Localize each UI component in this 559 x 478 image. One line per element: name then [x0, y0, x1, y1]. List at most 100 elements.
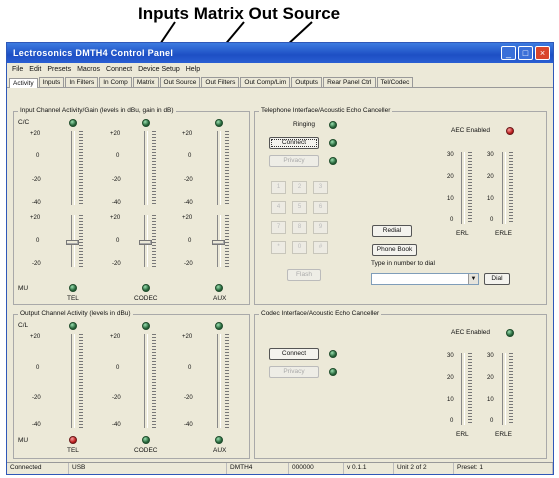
tel-out-mute-led[interactable] — [69, 436, 77, 444]
meter-scale — [468, 152, 472, 224]
keypad-key-3[interactable]: 3 — [313, 181, 328, 194]
tick-label: -20 — [184, 177, 193, 183]
tel-gain-slider[interactable] — [66, 240, 79, 245]
tick-label: 0 — [36, 365, 40, 371]
menu-macros[interactable]: Macros — [74, 66, 103, 73]
tel-aec-led[interactable] — [506, 127, 514, 135]
tick-label: 0 — [188, 153, 192, 159]
privacy-button[interactable]: Privacy — [269, 155, 319, 167]
tick-label: 0 — [450, 418, 454, 424]
tel-output-meter — [71, 334, 75, 428]
aux-gain-slider[interactable] — [212, 240, 225, 245]
menu-device-setup[interactable]: Device Setup — [135, 66, 183, 73]
dial-button[interactable]: Dial — [484, 273, 510, 285]
tick-label: +20 — [30, 215, 41, 221]
keypad-key-1[interactable]: 1 — [271, 181, 286, 194]
tab-matrix[interactable]: Matrix — [132, 77, 159, 87]
keypad-key-9[interactable]: 9 — [313, 221, 328, 234]
keypad-key-hash[interactable]: # — [313, 241, 328, 254]
tab-in-filters[interactable]: In Filters — [65, 77, 99, 87]
chevron-down-icon[interactable]: ▼ — [468, 274, 478, 284]
menu-edit[interactable]: Edit — [26, 66, 44, 73]
meter-scale — [225, 334, 229, 428]
tab-in-comp[interactable]: In Comp — [99, 77, 132, 87]
input-group-title: Input Channel Activity/Gain (levels in d… — [18, 107, 176, 114]
keypad-key-6[interactable]: 6 — [313, 201, 328, 214]
tick-label: 10 — [487, 196, 494, 202]
codec-privacy-led — [329, 368, 337, 376]
menu-bar: File Edit Presets Macros Connect Device … — [7, 63, 553, 75]
tick-label: +20 — [30, 131, 41, 137]
tick-label: 30 — [447, 152, 454, 158]
meter-scale — [225, 131, 229, 205]
codec-gain-slider[interactable] — [139, 240, 152, 245]
tick-label: 20 — [487, 174, 494, 180]
aux-cc-led — [215, 119, 223, 127]
keypad-key-5[interactable]: 5 — [292, 201, 307, 214]
keypad-key-4[interactable]: 4 — [271, 201, 286, 214]
connect-button[interactable]: Connect — [269, 137, 319, 149]
tick-label: -20 — [32, 177, 41, 183]
tab-out-comp-lim[interactable]: Out Comp/Lim — [240, 77, 291, 87]
tick-label: +20 — [30, 334, 41, 340]
tick-label: -20 — [32, 261, 41, 267]
tel-erl-meter — [461, 152, 465, 224]
aux-mute-led[interactable] — [215, 284, 223, 292]
tick-label: 30 — [487, 152, 494, 158]
tab-out-filters[interactable]: Out Filters — [201, 77, 240, 87]
tab-inputs[interactable]: Inputs — [38, 77, 65, 87]
mu-label: MU — [18, 285, 29, 292]
codec-mute-led[interactable] — [142, 284, 150, 292]
keypad-key-0[interactable]: 0 — [292, 241, 307, 254]
tick-label: 0 — [490, 217, 494, 223]
minimize-button[interactable]: _ — [501, 46, 516, 60]
input-activity-group: Input Channel Activity/Gain (levels in d… — [13, 107, 250, 305]
tick-label: +20 — [182, 334, 193, 340]
codec-privacy-button[interactable]: Privacy — [269, 366, 319, 378]
menu-connect[interactable]: Connect — [103, 66, 135, 73]
dial-number-combo[interactable]: ▼ — [371, 273, 479, 285]
window-title: Lectrosonics DMTH4 Control Panel — [13, 48, 174, 58]
tel-channel-label: TEL — [67, 295, 79, 302]
codec-aec-led[interactable] — [506, 329, 514, 337]
keypad-key-star[interactable]: * — [271, 241, 286, 254]
codec-aec-enabled-label: AEC Enabled — [451, 329, 491, 336]
phone-book-button[interactable]: Phone Book — [372, 244, 417, 256]
meter-scale — [79, 131, 83, 205]
connect-led — [329, 139, 337, 147]
codec-out-mute-led[interactable] — [142, 436, 150, 444]
tick-label: +20 — [182, 215, 193, 221]
close-button[interactable]: × — [535, 46, 550, 60]
telephone-group: Telephone Interface/Acoustic Echo Cancel… — [254, 107, 547, 305]
tab-out-source[interactable]: Out Source — [159, 77, 201, 87]
menu-file[interactable]: File — [9, 66, 26, 73]
maximize-button[interactable]: □ — [518, 46, 533, 60]
flash-button[interactable]: Flash — [287, 269, 321, 281]
erl-label: ERL — [456, 230, 469, 237]
codec-erl-meter — [461, 353, 465, 425]
tick-label: -40 — [112, 422, 121, 428]
menu-help[interactable]: Help — [183, 66, 203, 73]
tick-label: 30 — [487, 353, 494, 359]
codec-cl-led — [142, 322, 150, 330]
menu-presets[interactable]: Presets — [44, 66, 74, 73]
tab-tel-codec[interactable]: Tel/Codec — [376, 77, 414, 87]
tel-mute-led[interactable] — [69, 284, 77, 292]
ringing-label: Ringing — [293, 121, 316, 128]
keypad-key-8[interactable]: 8 — [292, 221, 307, 234]
keypad-key-7[interactable]: 7 — [271, 221, 286, 234]
aux-out-mute-led[interactable] — [215, 436, 223, 444]
tab-rear-panel-ctrl[interactable]: Rear Panel Ctrl — [323, 77, 376, 87]
tick-label: -20 — [32, 395, 41, 401]
meter-scale — [152, 131, 156, 205]
keypad-key-2[interactable]: 2 — [292, 181, 307, 194]
tab-activity[interactable]: Activity — [9, 78, 38, 88]
tab-outputs[interactable]: Outputs — [291, 77, 323, 87]
codec-connect-button[interactable]: Connect — [269, 348, 319, 360]
tick-label: 10 — [487, 397, 494, 403]
meter-scale — [152, 215, 156, 267]
cl-label: C/L — [18, 322, 29, 329]
redial-button[interactable]: Redial — [372, 225, 412, 237]
tel-out-label: TEL — [67, 447, 79, 454]
status-connection: Connected — [7, 463, 69, 474]
